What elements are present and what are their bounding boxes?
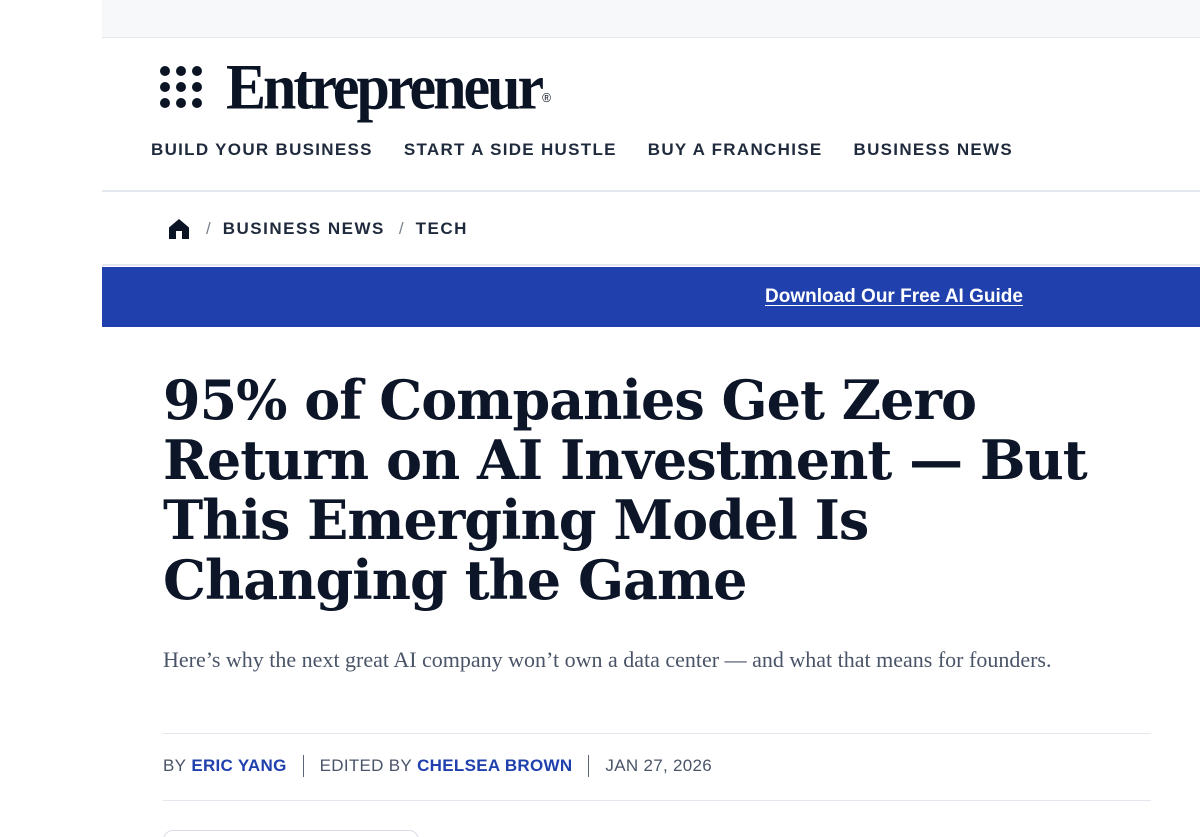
brand-name: Entrepreneur xyxy=(226,51,544,123)
share-bar-partial[interactable] xyxy=(163,830,419,837)
header-logo-row: Entrepreneur® xyxy=(160,55,551,119)
menu-dot xyxy=(160,82,170,92)
main-nav: BUILD YOUR BUSINESS START A SIDE HUSTLE … xyxy=(151,140,1013,160)
byline-separator xyxy=(302,755,304,777)
breadcrumb: / BUSINESS NEWS / TECH xyxy=(166,215,468,243)
menu-dot xyxy=(176,98,186,108)
nav-start-a-side-hustle[interactable]: START A SIDE HUSTLE xyxy=(404,140,617,160)
menu-dot xyxy=(192,82,202,92)
article-byline: BY ERIC YANG EDITED BY CHELSEA BROWN JAN… xyxy=(163,755,712,777)
publish-date: JAN 27, 2026 xyxy=(605,756,713,775)
article-headline: 95% of Companies Get Zero Return on AI I… xyxy=(163,368,1088,612)
nav-divider xyxy=(102,190,1200,192)
home-icon-svg xyxy=(169,219,189,239)
byline-by-label: BY xyxy=(163,756,187,775)
breadcrumb-tech[interactable]: TECH xyxy=(416,219,468,239)
byline-divider-bottom xyxy=(163,800,1151,801)
download-ai-guide-link[interactable]: Download Our Free AI Guide xyxy=(765,286,1023,308)
breadcrumb-divider xyxy=(102,264,1200,266)
home-icon[interactable] xyxy=(166,216,192,242)
byline-divider-top xyxy=(163,733,1151,734)
menu-dot xyxy=(192,98,202,108)
byline-edited-by-label: EDITED BY xyxy=(319,756,413,775)
article-dek: Here’s why the next great AI company won… xyxy=(163,647,1052,672)
page: Entrepreneur® BUILD YOUR BUSINESS START … xyxy=(102,0,1200,837)
brand-logo[interactable]: Entrepreneur® xyxy=(226,55,551,120)
menu-dot xyxy=(160,98,170,108)
left-gutter xyxy=(0,0,102,837)
menu-dot xyxy=(176,82,186,92)
breadcrumb-separator: / xyxy=(398,219,404,238)
menu-grid-icon[interactable] xyxy=(160,66,202,108)
author-link[interactable]: ERIC YANG xyxy=(191,756,286,776)
menu-dot xyxy=(192,66,202,76)
editor-link[interactable]: CHELSEA BROWN xyxy=(417,756,572,776)
promo-banner: Download Our Free AI Guide xyxy=(102,267,1200,327)
nav-business-news[interactable]: BUSINESS NEWS xyxy=(854,140,1014,160)
nav-build-your-business[interactable]: BUILD YOUR BUSINESS xyxy=(151,140,373,160)
byline-separator xyxy=(588,755,590,777)
nav-buy-a-franchise[interactable]: BUY A FRANCHISE xyxy=(648,140,823,160)
breadcrumb-separator: / xyxy=(206,219,211,238)
menu-dot xyxy=(176,66,186,76)
brand-registered-mark: ® xyxy=(542,90,551,106)
top-strip xyxy=(102,0,1200,38)
menu-dot xyxy=(160,66,170,76)
breadcrumb-business-news[interactable]: BUSINESS NEWS xyxy=(223,219,385,239)
